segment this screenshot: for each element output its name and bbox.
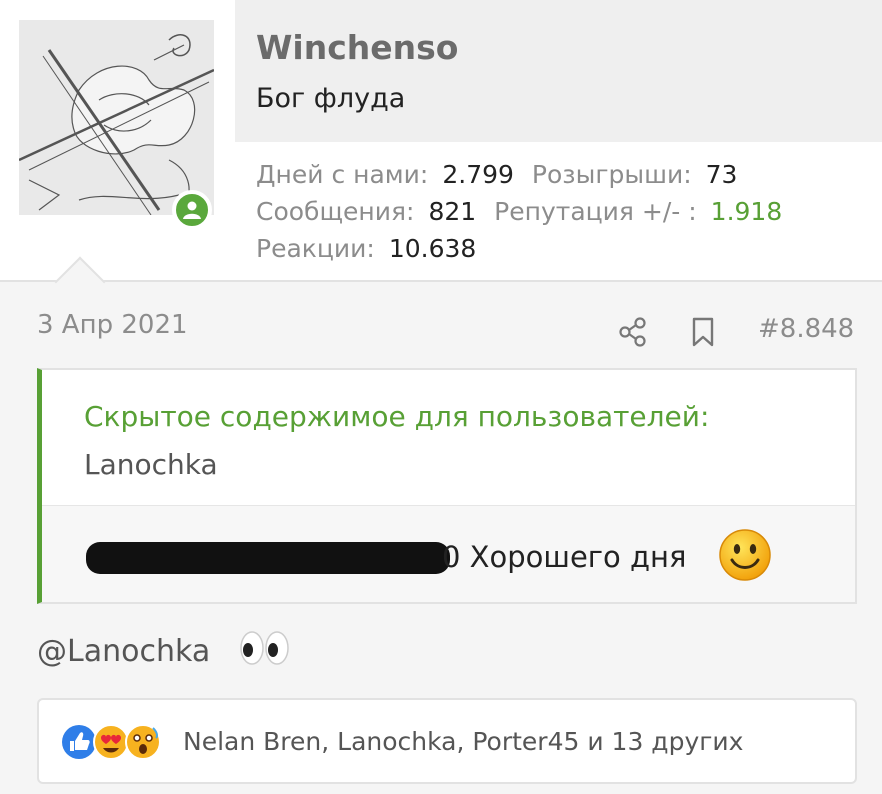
- reactions-summary[interactable]: Nelan Bren, Lanochka, Porter45 и 13 друг…: [183, 727, 743, 756]
- hidden-content-user[interactable]: Lanochka: [84, 448, 218, 481]
- eyes-emoji-icon: [238, 628, 292, 668]
- post-date[interactable]: 3 Апр 2021: [37, 310, 188, 340]
- reaction-icons: [61, 722, 201, 762]
- reactions-label: Реакции:: [256, 234, 375, 263]
- user-info-box: Winchenso Бог флуда: [235, 0, 882, 142]
- wow-reaction-icon: [125, 724, 161, 760]
- user-mention[interactable]: @Lanochka: [37, 634, 210, 669]
- stat-line-3: Реакции: 10.638: [256, 234, 800, 271]
- hidden-content-block: Скрытое содержимое для пользователей: La…: [37, 368, 857, 604]
- stat-line-1: Дней с нами: 2.799 Розыгрыши: 73: [256, 160, 800, 197]
- user-online-icon: [172, 190, 212, 230]
- hidden-content-header: Скрытое содержимое для пользователей: La…: [42, 370, 855, 506]
- post-number-link[interactable]: #8.848: [758, 314, 854, 344]
- giveaways-label: Розыгрыши:: [531, 160, 692, 189]
- smile-emoji-icon: [718, 528, 772, 582]
- stat-line-2: Сообщения: 821 Репутация +/- : 1.918: [256, 197, 800, 234]
- message-user-header: Winchenso Бог флуда Дней с нами: 2.799 Роз…: [0, 0, 882, 282]
- violin-sketch-image: [19, 20, 214, 215]
- user-avatar[interactable]: [19, 20, 214, 215]
- hidden-content-title: Скрытое содержимое для пользователей:: [84, 400, 710, 433]
- days-label: Дней с нами:: [256, 160, 429, 189]
- reputation-value: 1.918: [710, 197, 783, 226]
- reputation-label: Репутация +/- :: [494, 197, 697, 226]
- bookmark-icon[interactable]: [690, 316, 716, 348]
- love-reaction-icon: [93, 724, 129, 760]
- giveaways-value: 73: [705, 160, 738, 189]
- username[interactable]: Winchenso: [256, 28, 458, 67]
- reactions-bar[interactable]: Nelan Bren, Lanochka, Porter45 и 13 друг…: [37, 698, 857, 784]
- reactions-value: 10.638: [388, 234, 477, 263]
- messages-value: 821: [428, 197, 477, 226]
- share-icon[interactable]: [618, 316, 648, 348]
- hidden-content-text: 0 Хорошего дня: [442, 540, 687, 574]
- like-reaction-icon: [62, 725, 96, 759]
- user-title: Бог флуда: [256, 83, 406, 114]
- user-stats: Дней с нами: 2.799 Розыгрыши: 73 Сообщения:…: [256, 160, 800, 271]
- days-value: 2.799: [442, 160, 514, 189]
- redacted-code-bar: [86, 542, 450, 574]
- messages-label: Сообщения:: [256, 197, 415, 226]
